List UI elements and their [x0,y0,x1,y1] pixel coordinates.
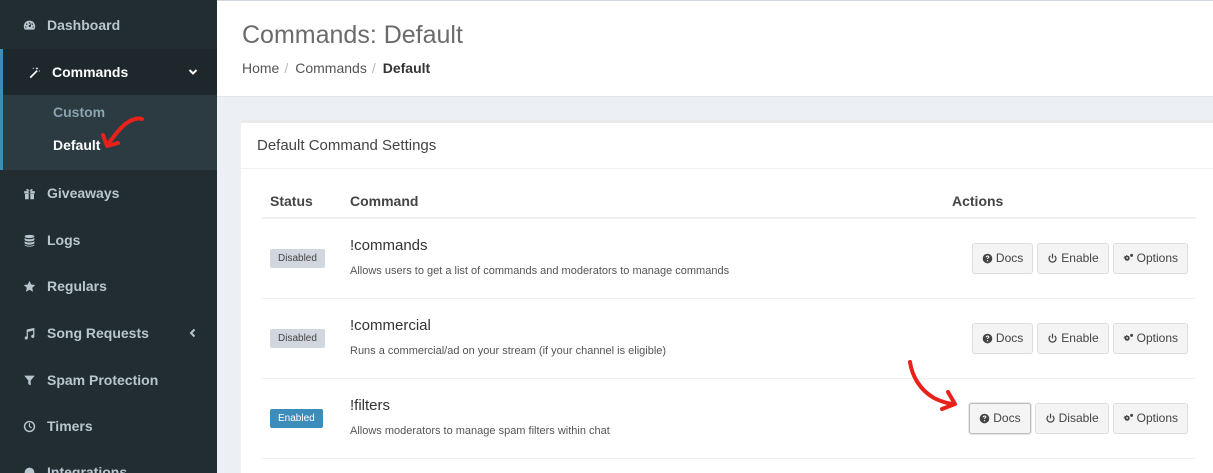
options-button[interactable]: Options [1112,322,1188,354]
breadcrumb-default: Default [382,60,431,76]
question-circle-icon [979,413,990,423]
filter-icon [22,373,36,387]
magic-wand-icon [27,65,41,79]
database-icon [22,233,36,247]
power-icon [1048,333,1057,343]
sidebar-item-label: Spam Protection [47,372,159,388]
command-description: Allows moderators to manage spam filters… [350,425,610,437]
column-header-command: Command [342,185,944,219]
options-button[interactable]: Options [1112,402,1188,434]
docs-button[interactable]: Docs [969,402,1031,434]
sidebar-item-regulars[interactable]: Regulars [0,263,217,309]
command-name: !commands [350,237,428,255]
sidebar-item-integrations[interactable]: Integrations [0,449,217,473]
power-icon [1045,413,1055,423]
annotation-arrow-icon [101,116,144,148]
sidebar-item-label: Regulars [47,278,107,294]
table-header-row: Status Command Actions [262,185,1196,219]
sidebar-item-giveaways[interactable]: Giveaways [0,170,217,216]
content-area: Commands: Default Home / Commands / Defa… [217,0,1213,473]
status-badge: Enabled [270,409,323,428]
default-command-settings-box: Default Command Settings Status Command … [241,120,1213,473]
row-actions: Docs Enable Options [952,242,1188,274]
sidebar: Dashboard Commands Custom Default Giveaw… [0,0,217,473]
command-description: Runs a commercial/ad on your stream (if … [350,345,667,357]
chevron-left-icon [187,327,199,339]
docs-button[interactable]: Docs [971,322,1034,354]
sidebar-item-label: Timers [47,418,93,434]
docs-label: Docs [993,411,1021,425]
sidebar-item-label: Song Requests [47,325,149,341]
docs-label: Docs [995,251,1024,266]
options-label: Options [1136,331,1178,345]
sidebar-item-timers[interactable]: Timers [0,403,217,449]
sidebar-item-label: Integrations [47,464,128,473]
sidebar-item-spam-protection[interactable]: Spam Protection [0,357,217,403]
cogs-icon [1123,253,1133,261]
breadcrumb-commands[interactable]: Commands [295,60,367,76]
table-row: Disabled !commands Allows users to get a… [262,218,1196,299]
dashboard-icon [22,18,36,32]
disable-button[interactable]: Disable [1034,402,1109,434]
music-icon [22,326,36,340]
sidebar-item-logs[interactable]: Logs [0,217,217,263]
toggle-label: Enable [1061,251,1099,266]
chevron-down-icon [187,66,199,78]
status-badge: Disabled [270,329,325,348]
cogs-icon [1123,413,1133,421]
breadcrumb-home[interactable]: Home [242,60,279,76]
sidebar-item-label: Commands [52,64,129,80]
box-divider [241,168,1213,169]
annotation-arrow-icon [908,360,957,411]
sidebar-item-label: Logs [47,232,81,248]
sidebar-item-dashboard[interactable]: Dashboard [0,2,217,48]
table-row: Disabled !commercial Runs a commercial/a… [262,298,1196,379]
gift-icon [22,186,36,200]
status-badge: Disabled [270,249,325,269]
table-row: Enabled !filters Allows moderators to ma… [262,378,1196,459]
row-actions: Docs Enable Options [952,322,1188,354]
question-circle-icon [982,333,993,343]
page-title: Commands: Default [242,21,463,49]
cogs-icon [1123,333,1133,341]
enable-button[interactable]: Enable [1037,322,1109,354]
question-circle-icon [982,253,993,264]
clock-icon [22,419,36,433]
sidebar-item-label: Giveaways [47,185,120,201]
toggle-label: Enable [1061,331,1099,345]
breadcrumb: Home / Commands / Default [242,60,430,76]
breadcrumb-separator: / [284,60,289,76]
column-header-status: Status [262,185,342,219]
sidebar-item-song-requests[interactable]: Song Requests [0,310,217,356]
content-header: Commands: Default Home / Commands / Defa… [217,0,1213,97]
integrations-icon [22,465,36,473]
power-icon [1048,253,1057,263]
breadcrumb-separator: / [371,60,376,76]
submenu-item-default[interactable]: Default [53,137,100,153]
commands-table: Status Command Actions Disabled !command… [262,185,1196,459]
command-name: !filters [350,397,391,414]
row-actions: Docs Disable Options [952,402,1188,434]
options-label: Options [1136,251,1178,266]
options-label: Options [1136,411,1178,425]
toggle-label: Disable [1058,411,1099,425]
sidebar-item-commands[interactable]: Commands [0,49,217,95]
options-button[interactable]: Options [1112,242,1188,274]
sidebar-item-label: Dashboard [47,17,121,33]
box-title: Default Command Settings [257,137,437,154]
command-name: !commercial [350,317,431,334]
docs-button[interactable]: Docs [971,242,1034,274]
star-icon [22,279,36,293]
enable-button[interactable]: Enable [1037,242,1109,274]
column-header-actions: Actions [944,185,1196,219]
docs-label: Docs [995,331,1024,345]
command-description: Allows users to get a list of commands a… [350,265,730,278]
